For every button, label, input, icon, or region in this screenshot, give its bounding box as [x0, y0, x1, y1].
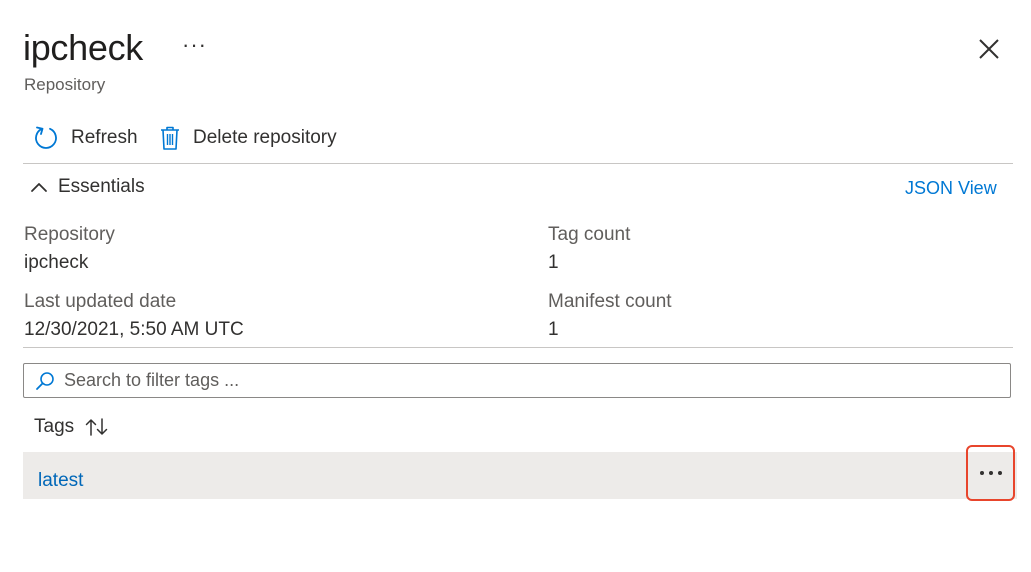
close-button[interactable]: [977, 37, 1001, 61]
last-updated-label: Last updated date: [24, 291, 177, 312]
search-box[interactable]: [23, 363, 1011, 398]
table-row[interactable]: [23, 452, 1017, 499]
essentials-divider: [23, 347, 1013, 348]
manifest-count-value: 1: [548, 319, 559, 340]
essentials-toggle[interactable]: Essentials: [30, 174, 145, 200]
page-title: ipcheck: [23, 27, 143, 68]
tag-count-value: 1: [548, 252, 559, 273]
json-view-link[interactable]: JSON View: [905, 176, 997, 200]
row-more-actions-button[interactable]: [966, 445, 1015, 501]
page-subtitle: Repository: [24, 75, 106, 94]
repository-label: Repository: [24, 224, 115, 245]
essentials-label: Essentials: [58, 176, 145, 197]
tags-header-label: Tags: [34, 416, 75, 437]
toolbar-divider: [23, 163, 1013, 164]
refresh-icon: [35, 126, 57, 149]
tag-link-latest[interactable]: latest: [38, 469, 83, 493]
last-updated-value: 12/30/2021, 5:50 AM UTC: [24, 319, 244, 340]
trash-icon: [161, 126, 179, 150]
chevron-up-icon: [31, 183, 47, 192]
tag-count-label: Tag count: [548, 224, 631, 245]
manifest-count-label: Manifest count: [548, 291, 672, 312]
more-actions-icon[interactable]: ···: [182, 30, 207, 60]
delete-repository-button[interactable]: Delete repository: [159, 120, 337, 156]
search-input[interactable]: [64, 370, 964, 391]
repository-value: ipcheck: [24, 252, 89, 273]
search-icon: [36, 371, 54, 390]
more-icon: [979, 471, 1002, 475]
sort-icon: [85, 418, 108, 436]
tags-column-header[interactable]: Tags: [34, 414, 110, 440]
close-icon: [979, 39, 999, 59]
delete-repository-label: Delete repository: [193, 127, 337, 148]
refresh-button[interactable]: Refresh: [33, 120, 138, 156]
refresh-label: Refresh: [71, 127, 138, 148]
